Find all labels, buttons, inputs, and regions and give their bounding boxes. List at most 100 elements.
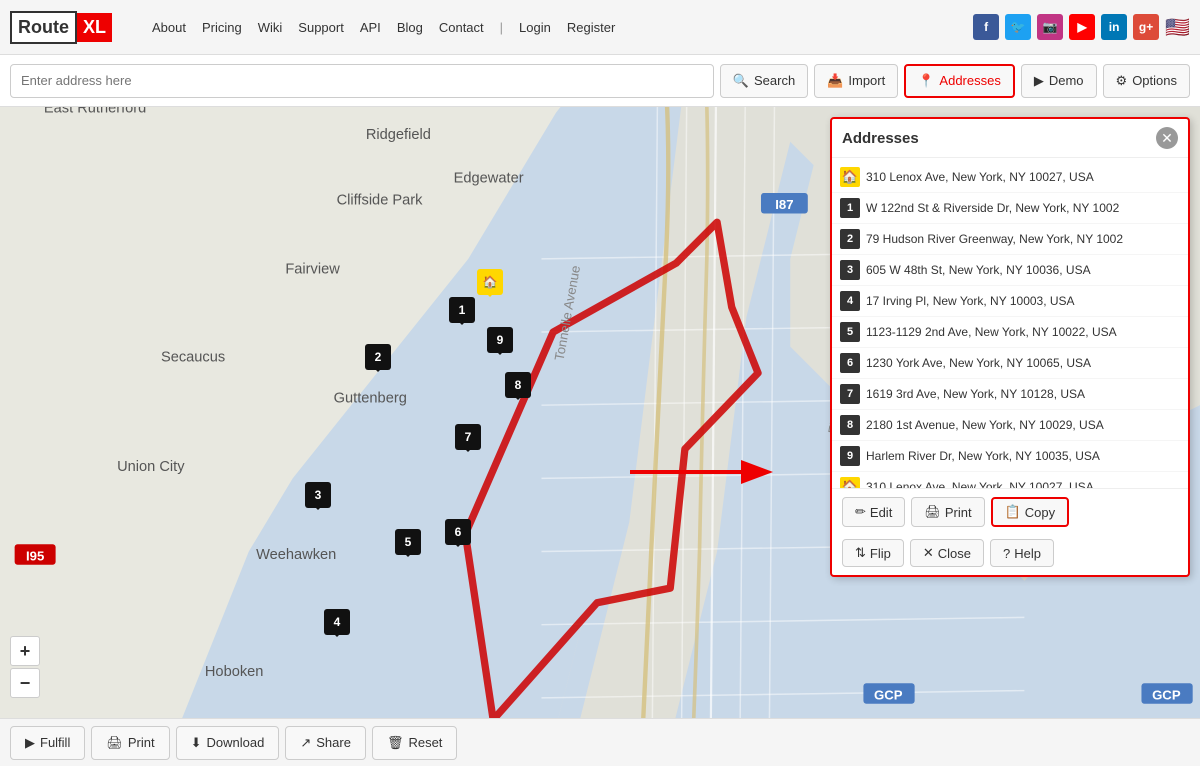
logo[interactable]: RouteXL: [10, 11, 112, 44]
import-icon: 📥: [827, 73, 843, 89]
options-button[interactable]: ⚙ Options: [1103, 64, 1190, 98]
svg-text:Weehawken: Weehawken: [256, 547, 336, 563]
svg-text:East Rutherford: East Rutherford: [44, 107, 146, 116]
search-label: Search: [754, 73, 795, 88]
list-item[interactable]: 9Harlem River Dr, New York, NY 10035, US…: [832, 441, 1188, 472]
gear-icon: ⚙: [1116, 73, 1128, 89]
print-icon: 🖨: [924, 504, 941, 520]
marker-home[interactable]: 🏠: [477, 269, 503, 295]
edit-button[interactable]: ✏ Edit: [842, 497, 905, 527]
search-icon: 🔍: [733, 73, 749, 89]
addresses-panel: Addresses ✕ 🏠310 Lenox Ave, New York, NY…: [830, 117, 1190, 577]
demo-label: Demo: [1049, 73, 1084, 88]
address-text: 1619 3rd Ave, New York, NY 10128, USA: [866, 387, 1180, 401]
marker-5[interactable]: 5: [395, 529, 421, 555]
import-button[interactable]: 📥 Import: [814, 64, 898, 98]
svg-text:Edgewater: Edgewater: [454, 171, 524, 187]
address-text: W 122nd St & Riverside Dr, New York, NY …: [866, 201, 1180, 215]
marker-1[interactable]: 1: [449, 297, 475, 323]
svg-text:Hoboken: Hoboken: [205, 664, 264, 680]
list-item[interactable]: 3605 W 48th St, New York, NY 10036, USA: [832, 255, 1188, 286]
pin-icon: 📍: [918, 73, 934, 89]
marker-7[interactable]: 7: [455, 424, 481, 450]
address-text: 79 Hudson River Greenway, New York, NY 1…: [866, 232, 1180, 246]
nav-pricing[interactable]: Pricing: [202, 20, 242, 35]
logo-route: Route: [10, 11, 77, 44]
close-button[interactable]: ✕ Close: [910, 539, 984, 567]
search-button[interactable]: 🔍 Search: [720, 64, 808, 98]
demo-button[interactable]: ▶ Demo: [1021, 64, 1097, 98]
address-text: 2180 1st Avenue, New York, NY 10029, USA: [866, 418, 1180, 432]
list-item[interactable]: 🏠310 Lenox Ave, New York, NY 10027, USA: [832, 162, 1188, 193]
googleplus-icon[interactable]: g+: [1133, 14, 1159, 40]
svg-text:Union City: Union City: [117, 459, 185, 475]
fulfill-label: Fulfill: [40, 735, 70, 750]
list-item[interactable]: 61230 York Ave, New York, NY 10065, USA: [832, 348, 1188, 379]
panel-actions-2: ⇅ Flip ✕ Close ? Help: [832, 535, 1188, 575]
panel-actions: ✏ Edit 🖨 Print 📋 Copy: [832, 488, 1188, 535]
svg-text:I95: I95: [26, 548, 44, 563]
options-label: Options: [1132, 73, 1177, 88]
flip-icon: ⇅: [855, 545, 866, 561]
trash-icon: 🗑: [387, 735, 404, 751]
print-button[interactable]: 🖨 Print: [911, 497, 984, 527]
svg-text:Ridgefield: Ridgefield: [366, 127, 431, 143]
copy-button[interactable]: 📋 Copy: [991, 497, 1070, 527]
facebook-icon[interactable]: f: [973, 14, 999, 40]
close-panel-button[interactable]: ✕: [1156, 127, 1178, 149]
nav-login[interactable]: Login: [519, 20, 551, 35]
share-button[interactable]: ↗ Share: [285, 726, 366, 760]
list-item[interactable]: 279 Hudson River Greenway, New York, NY …: [832, 224, 1188, 255]
svg-text:I87: I87: [775, 197, 793, 212]
instagram-icon[interactable]: 📷: [1037, 14, 1063, 40]
marker-9[interactable]: 9: [487, 327, 513, 353]
address-text: 1230 York Ave, New York, NY 10065, USA: [866, 356, 1180, 370]
print-bottom-label: Print: [128, 735, 155, 750]
nav-api[interactable]: API: [360, 20, 381, 35]
address-input[interactable]: [10, 64, 714, 98]
youtube-icon[interactable]: ▶: [1069, 14, 1095, 40]
marker-4[interactable]: 4: [324, 609, 350, 635]
download-button[interactable]: ⬇ Download: [176, 726, 280, 760]
twitter-icon[interactable]: 🐦: [1005, 14, 1031, 40]
nav-about[interactable]: About: [152, 20, 186, 35]
reset-label: Reset: [408, 735, 442, 750]
marker-8[interactable]: 8: [505, 372, 531, 398]
marker-3[interactable]: 3: [305, 482, 331, 508]
edit-icon: ✏: [855, 504, 866, 520]
print-bottom-icon: 🖨: [106, 735, 123, 751]
reset-button[interactable]: 🗑 Reset: [372, 726, 457, 760]
zoom-in-button[interactable]: +: [10, 636, 40, 666]
logo-xl: XL: [77, 13, 112, 42]
list-item[interactable]: 51123-1129 2nd Ave, New York, NY 10022, …: [832, 317, 1188, 348]
svg-text:Secaucus: Secaucus: [161, 349, 225, 365]
fulfill-button[interactable]: ▶ Fulfill: [10, 726, 85, 760]
list-item[interactable]: 71619 3rd Ave, New York, NY 10128, USA: [832, 379, 1188, 410]
nav-contact[interactable]: Contact: [439, 20, 484, 35]
map-container[interactable]: I87 1278 I95 GCP 1278 I495 GCP East Ruth…: [0, 107, 1200, 718]
marker-6[interactable]: 6: [445, 519, 471, 545]
list-item[interactable]: 82180 1st Avenue, New York, NY 10029, US…: [832, 410, 1188, 441]
nav-wiki[interactable]: Wiki: [258, 20, 283, 35]
nav-sep: |: [500, 20, 503, 35]
linkedin-icon[interactable]: in: [1101, 14, 1127, 40]
flip-button[interactable]: ⇅ Flip: [842, 539, 904, 567]
nav-register[interactable]: Register: [567, 20, 615, 35]
nav-support[interactable]: Support: [298, 20, 344, 35]
marker-2[interactable]: 2: [365, 344, 391, 370]
import-label: Import: [848, 73, 885, 88]
addresses-button[interactable]: 📍 Addresses: [904, 64, 1015, 98]
help-button[interactable]: ? Help: [990, 539, 1054, 567]
list-item[interactable]: 1W 122nd St & Riverside Dr, New York, NY…: [832, 193, 1188, 224]
addresses-label: Addresses: [939, 73, 1000, 88]
close-label: Close: [938, 546, 971, 561]
edit-label: Edit: [870, 505, 892, 520]
zoom-out-button[interactable]: −: [10, 668, 40, 698]
download-icon: ⬇: [191, 735, 202, 751]
list-item[interactable]: 🏠310 Lenox Ave, New York, NY 10027, USA: [832, 472, 1188, 488]
print-bottom-button[interactable]: 🖨 Print: [91, 726, 169, 760]
address-text: 605 W 48th St, New York, NY 10036, USA: [866, 263, 1180, 277]
x-icon: ✕: [923, 545, 934, 561]
list-item[interactable]: 417 Irving Pl, New York, NY 10003, USA: [832, 286, 1188, 317]
nav-blog[interactable]: Blog: [397, 20, 423, 35]
